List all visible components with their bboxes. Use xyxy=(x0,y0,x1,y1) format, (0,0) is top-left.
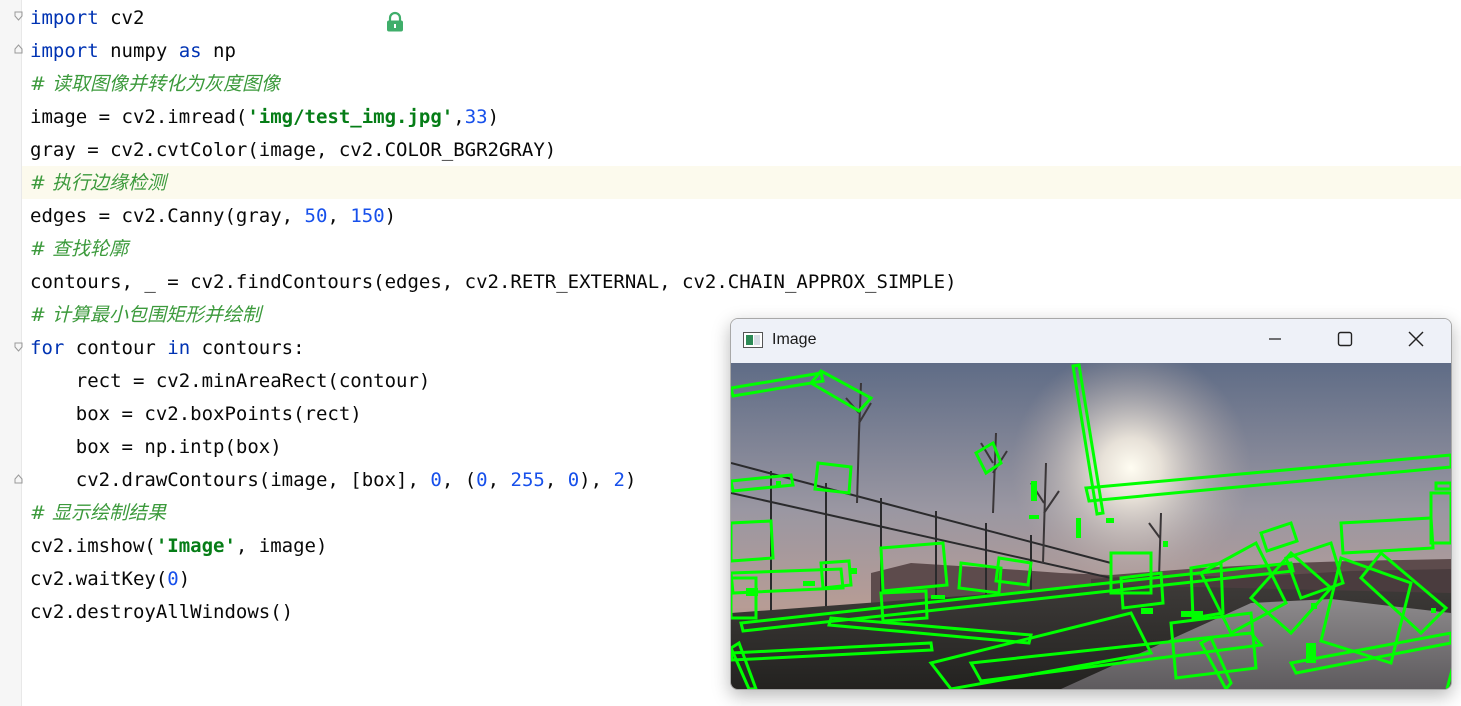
code-token: 0 xyxy=(167,568,179,590)
code-token: image = cv2.imread( xyxy=(30,106,248,128)
code-line[interactable]: # 执行边缘检测 xyxy=(30,167,1461,200)
code-token: # 查找轮廓 xyxy=(30,238,128,260)
editor-gutter xyxy=(0,0,22,706)
code-line[interactable]: # 读取图像并转化为灰度图像 xyxy=(30,68,1461,101)
minimize-icon xyxy=(1268,332,1282,351)
code-token: box = cv2.boxPoints(rect) xyxy=(30,403,362,425)
code-token: 'img/test_img.jpg' xyxy=(247,106,454,128)
code-token: box = np.intp(box) xyxy=(30,436,282,458)
code-token: import xyxy=(30,40,99,62)
contour-image xyxy=(731,363,1451,689)
window-titlebar[interactable]: Image xyxy=(731,319,1451,363)
code-token: # 计算最小包围矩形并绘制 xyxy=(30,304,261,326)
code-token: 150 xyxy=(350,205,385,227)
code-token: in xyxy=(167,337,191,359)
code-token: cv2.destroyAllWindows() xyxy=(30,601,294,623)
code-token: numpy xyxy=(98,40,179,62)
minimize-button[interactable] xyxy=(1252,319,1298,363)
code-token: edges = cv2.Canny(gray, xyxy=(30,205,305,227)
code-token: # 显示绘制结果 xyxy=(30,502,166,524)
code-token: 0 xyxy=(430,469,442,491)
code-token: 50 xyxy=(304,205,328,227)
fold-end-icon[interactable] xyxy=(14,44,23,54)
code-token: 0 xyxy=(567,469,580,491)
code-token: 255 xyxy=(510,469,545,491)
code-token: 2 xyxy=(613,469,625,491)
code-token: # 执行边缘检测 xyxy=(30,172,166,194)
close-button[interactable] xyxy=(1393,319,1439,363)
code-token: gray = cv2.cvtColor(image, cv2.COLOR_BGR… xyxy=(30,139,557,161)
code-token: import xyxy=(30,7,99,29)
code-token: contours, _ = cv2.findContours(edges, cv… xyxy=(30,271,957,293)
code-token: 'Image' xyxy=(155,535,236,557)
code-line[interactable]: # 查找轮廓 xyxy=(30,233,1461,266)
code-token: , xyxy=(487,469,511,491)
code-token: contours: xyxy=(190,337,305,359)
code-token: # 读取图像并转化为灰度图像 xyxy=(30,73,280,95)
code-token: cv2.waitKey( xyxy=(30,568,168,590)
image-window[interactable]: Image xyxy=(730,318,1452,690)
code-token: cv2.drawContours(image, [box], xyxy=(30,469,431,491)
code-line[interactable]: gray = cv2.cvtColor(image, cv2.COLOR_BGR… xyxy=(30,134,1461,167)
code-token: ) xyxy=(178,568,191,590)
code-line[interactable]: import cv2 xyxy=(30,2,1461,35)
window-title: Image xyxy=(772,331,817,348)
code-token: contour xyxy=(64,337,168,359)
code-token: cv2 xyxy=(98,7,145,29)
code-line[interactable]: image = cv2.imread('img/test_img.jpg',33… xyxy=(30,101,1461,134)
fold-marker-icon[interactable] xyxy=(14,11,23,21)
code-line[interactable]: edges = cv2.Canny(gray, 50, 150) xyxy=(30,200,1461,233)
code-token: cv2.imshow( xyxy=(30,535,156,557)
fold-marker-icon[interactable] xyxy=(14,342,23,352)
code-token: , xyxy=(544,469,568,491)
code-token: ) xyxy=(487,106,500,128)
code-token: ), xyxy=(579,469,614,491)
code-token: as xyxy=(178,40,202,62)
code-token: , xyxy=(453,106,465,128)
code-token: , ( xyxy=(441,469,477,491)
code-token: ) xyxy=(384,205,397,227)
code-token: , image) xyxy=(235,535,328,557)
maximize-button[interactable] xyxy=(1322,319,1368,363)
code-token: , xyxy=(327,205,351,227)
code-token: ) xyxy=(624,469,637,491)
app-icon xyxy=(743,332,763,353)
code-token: for xyxy=(30,337,65,359)
code-token: 0 xyxy=(476,469,488,491)
code-token: np xyxy=(201,40,236,62)
fold-end-icon[interactable] xyxy=(14,474,23,484)
code-token: rect = cv2.minAreaRect(contour) xyxy=(30,370,431,392)
maximize-icon xyxy=(1337,331,1353,352)
code-line[interactable]: import numpy as np xyxy=(30,35,1461,68)
code-line[interactable]: contours, _ = cv2.findContours(edges, cv… xyxy=(30,266,1461,299)
code-token: 33 xyxy=(464,106,488,128)
close-icon xyxy=(1408,331,1424,352)
